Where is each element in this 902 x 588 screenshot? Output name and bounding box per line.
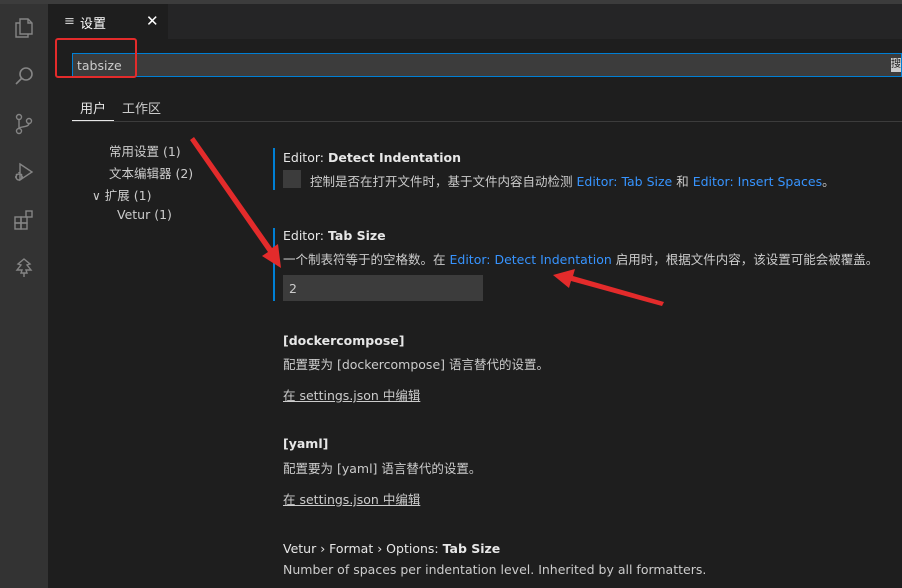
toc-item-vetur[interactable]: Vetur (1) [117,207,172,222]
setting-vetur-tab-size-title: Vetur › Format › Options: Tab Size [283,541,501,556]
tab-strip: ≡ 设置 ✕ [48,4,902,39]
scope-divider [72,121,902,122]
setting-yaml-title: [yaml] [283,436,329,451]
tab-user-settings[interactable]: 用户 [80,98,106,117]
annotation-highlight-box [55,38,137,78]
run-debug-icon[interactable] [12,160,36,184]
activity-bar [0,4,48,588]
edit-in-settings-json-link[interactable]: 在 settings.json 中编辑 [283,385,420,404]
setting-focus-bar-tabsize [273,228,275,301]
tab-workspace-settings[interactable]: 工作区 [122,98,161,117]
chevron-down-icon: ∨ [92,189,101,203]
setting-detect-indentation-desc: 控制是否在打开文件时，基于文件内容自动检测 Editor: Tab Size 和… [310,174,835,189]
setting-tab-size-title: Editor: Tab Size [283,228,386,243]
extensions-icon[interactable] [12,208,36,232]
setting-detect-indentation-title: Editor: Detect Indentation [283,150,462,165]
source-control-icon[interactable] [12,112,36,136]
toc-item-commonly-used[interactable]: 常用设置 (1) [109,141,181,160]
link-tab-size[interactable]: Editor: Tab Size [576,174,672,189]
settings-search-box: 搜 [72,53,902,77]
settings-lines-icon: ≡ [64,14,75,29]
toc-item-text-editor[interactable]: 文本编辑器 (2) [109,163,193,182]
setting-vetur-tab-size-desc: Number of spaces per indentation level. … [283,562,707,577]
link-detect-indentation[interactable]: Editor: Detect Indentation [449,252,611,267]
search-action-glyph[interactable]: 搜 [891,58,901,72]
explorer-icon[interactable] [12,16,36,40]
toc-item-extensions-label: 扩展 (1) [104,188,152,203]
setting-dockercompose-title: [dockercompose] [283,333,405,348]
tab-settings[interactable]: ≡ 设置 ✕ [48,4,168,39]
settings-search-input[interactable] [77,54,877,76]
setting-focus-bar-detect [273,148,275,190]
link-insert-spaces[interactable]: Editor: Insert Spaces [693,174,822,189]
close-icon[interactable]: ✕ [146,12,159,30]
detect-indentation-checkbox[interactable] [283,170,301,188]
toc-item-extensions[interactable]: ∨ 扩展 (1) [92,185,151,204]
setting-dockercompose-desc: 配置要为 [dockercompose] 语言替代的设置。 [283,357,549,372]
search-icon[interactable] [12,64,36,88]
tab-settings-label: 设置 [80,17,107,32]
edit-in-settings-json-link[interactable]: 在 settings.json 中编辑 [283,489,420,508]
tree-view-icon[interactable] [12,256,36,280]
annotation-arrow-left [553,269,664,306]
annotation-arrow-down [190,137,281,268]
tab-size-input[interactable] [283,275,483,301]
setting-tab-size-desc: 一个制表符等于的空格数。在 Editor: Detect Indentation… [283,252,879,267]
setting-yaml-desc: 配置要为 [yaml] 语言替代的设置。 [283,461,482,476]
